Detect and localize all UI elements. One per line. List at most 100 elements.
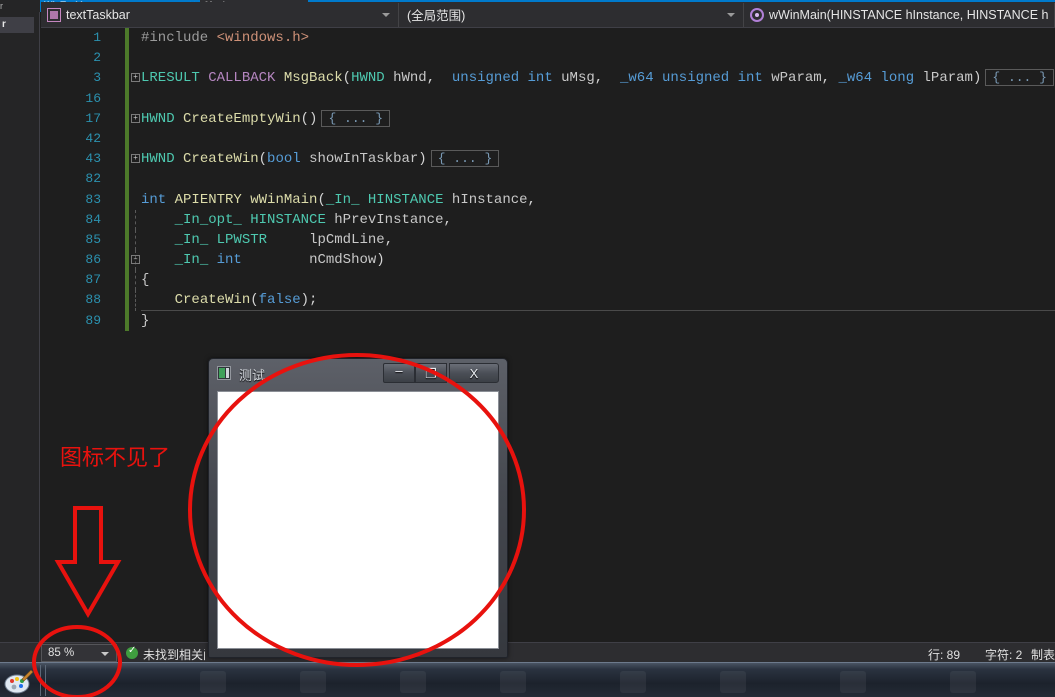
- code-line[interactable]: 3 + LRESULT CALLBACK MsgBack(HWND hWnd, un…: [41, 68, 1055, 89]
- chevron-down-icon[interactable]: [101, 652, 109, 656]
- taskbar-separator: [45, 665, 46, 696]
- success-check-icon: [126, 645, 138, 659]
- code-text: {: [141, 272, 150, 289]
- chevron-down-icon[interactable]: [382, 12, 390, 17]
- navbar-file-dropdown[interactable]: textTaskbar: [41, 2, 399, 27]
- line-number: 42: [85, 130, 101, 146]
- change-bar: [125, 28, 129, 49]
- change-bar: [125, 290, 129, 311]
- indent-guide: [135, 229, 136, 251]
- code-line[interactable]: 82: [41, 169, 1055, 190]
- change-bar: [125, 189, 129, 210]
- line-number: 86: [85, 252, 101, 268]
- zoom-level-value: 85 %: [48, 647, 75, 659]
- app-window-icon: [217, 366, 231, 380]
- left-dock-tab-label[interactable]: r: [0, 17, 34, 33]
- collapse-region-icon[interactable]: –: [131, 255, 140, 265]
- change-bar: [125, 169, 129, 190]
- expand-region-icon[interactable]: +: [131, 154, 140, 164]
- code-text: #include <windows.h>: [141, 30, 310, 46]
- line-number: 83: [85, 191, 101, 207]
- code-line[interactable]: 2: [41, 48, 1055, 69]
- status-bar: 85 % 未找到相关问 行: 89 字符: 2 制表: [0, 642, 1055, 662]
- change-bar: [125, 68, 129, 89]
- close-button[interactable]: X: [449, 363, 499, 383]
- code-line[interactable]: 43 + HWND CreateWin(bool showInTaskbar){ .…: [41, 149, 1055, 170]
- code-line[interactable]: 83 int APIENTRY wWinMain(_In_ HINSTANCE h…: [41, 189, 1055, 210]
- line-number: 16: [85, 90, 101, 106]
- left-dock-panel: r: [0, 12, 40, 662]
- expand-region-icon[interactable]: +: [131, 73, 140, 83]
- app-window-title: 测试: [239, 368, 266, 383]
- expand-region-icon[interactable]: +: [131, 113, 140, 123]
- code-line[interactable]: 87 {: [41, 270, 1055, 291]
- close-icon: X: [469, 366, 479, 381]
- indent-guide: [135, 270, 136, 291]
- code-line[interactable]: 86 – _In_ int nCmdShow): [41, 250, 1055, 271]
- navbar-scope-dropdown[interactable]: (全局范围): [399, 2, 744, 27]
- code-lines-container: 1 #include <windows.h> 2 3 + LRESULT CALLBACK…: [41, 28, 1055, 331]
- taskbar-item[interactable]: [720, 671, 746, 693]
- change-bar: [125, 88, 129, 109]
- line-number: 43: [85, 151, 101, 167]
- paint-app-icon[interactable]: [4, 667, 34, 695]
- maximize-button[interactable]: ❐: [415, 363, 447, 383]
- navbar-member-dropdown[interactable]: wWinMain(HINSTANCE hInstance, HINSTANCE …: [744, 2, 1055, 27]
- code-editor[interactable]: 1 #include <windows.h> 2 3 + LRESULT CALLBACK…: [41, 28, 1055, 662]
- method-icon: [750, 7, 764, 22]
- taskbar-item[interactable]: [950, 671, 976, 693]
- code-line[interactable]: 88 CreateWin(false);: [41, 290, 1055, 311]
- cpp-file-icon: [47, 7, 61, 22]
- indent-guide: [135, 209, 136, 230]
- line-number: 82: [85, 171, 101, 187]
- app-window-title-bar[interactable]: 测试 – ❐ X: [209, 359, 507, 387]
- code-text: LRESULT CALLBACK MsgBack(HWND hWnd, unsi…: [141, 68, 1054, 88]
- indent-guide: [135, 290, 136, 311]
- change-bar: [125, 250, 129, 271]
- code-line[interactable]: 89}: [41, 310, 1055, 331]
- change-bar: [125, 209, 129, 230]
- code-line[interactable]: 42: [41, 128, 1055, 150]
- code-text: }: [141, 312, 150, 329]
- line-number: 87: [85, 272, 101, 288]
- change-bar: [125, 108, 129, 129]
- taskbar-separator: [40, 665, 41, 696]
- code-line[interactable]: 1 #include <windows.h>: [41, 28, 1055, 49]
- taskbar-item[interactable]: [620, 671, 646, 693]
- maximize-icon: ❐: [425, 366, 437, 381]
- line-number: 3: [93, 70, 101, 86]
- code-text: CreateWin(false);: [174, 292, 318, 309]
- line-number: 2: [93, 50, 101, 66]
- line-number: 89: [85, 312, 101, 328]
- chevron-down-icon[interactable]: [727, 12, 735, 17]
- change-bar: [125, 229, 129, 251]
- taskbar-item[interactable]: [300, 671, 326, 693]
- taskbar-item[interactable]: [840, 671, 866, 693]
- taskbar-item[interactable]: [200, 671, 226, 693]
- code-text: _In_ int nCmdShow): [174, 252, 385, 269]
- line-number: 17: [85, 110, 101, 126]
- code-line[interactable]: 17 + HWND CreateEmptyWin(){ ... }: [41, 108, 1055, 129]
- change-bar: [125, 48, 129, 69]
- code-text: int APIENTRY wWinMain(_In_ HINSTANCE hIn…: [141, 191, 536, 208]
- change-bar: [125, 149, 129, 170]
- line-number: 84: [85, 211, 101, 227]
- code-line[interactable]: 85 _In_ LPWSTR lpCmdLine,: [41, 229, 1055, 251]
- navbar-member-label: wWinMain(HINSTANCE hInstance, HINSTANCE …: [769, 7, 1049, 22]
- navbar-scope-label: (全局范围): [407, 9, 466, 23]
- code-text: HWND CreateWin(bool showInTaskbar){ ... …: [141, 149, 500, 169]
- annotation-note-text: 图标不见了: [60, 446, 171, 471]
- minimize-button[interactable]: –: [383, 363, 415, 383]
- taskbar-item[interactable]: [400, 671, 426, 693]
- code-line[interactable]: 16: [41, 88, 1055, 109]
- taskbar-item[interactable]: [500, 671, 526, 693]
- code-text: _In_opt_ HINSTANCE hPrevInstance,: [174, 211, 452, 228]
- code-line[interactable]: 84 _In_opt_ HINSTANCE hPrevInstance,: [41, 209, 1055, 230]
- zoom-level-dropdown[interactable]: 85 %: [41, 644, 117, 662]
- status-line-number: 行: 89: [928, 648, 961, 662]
- test-app-window[interactable]: 测试 – ❐ X: [208, 358, 508, 658]
- app-window-client-area: [217, 391, 499, 649]
- line-number: 1: [93, 30, 101, 45]
- change-bar: [125, 310, 129, 331]
- navbar-file-label: textTaskbar: [66, 7, 130, 22]
